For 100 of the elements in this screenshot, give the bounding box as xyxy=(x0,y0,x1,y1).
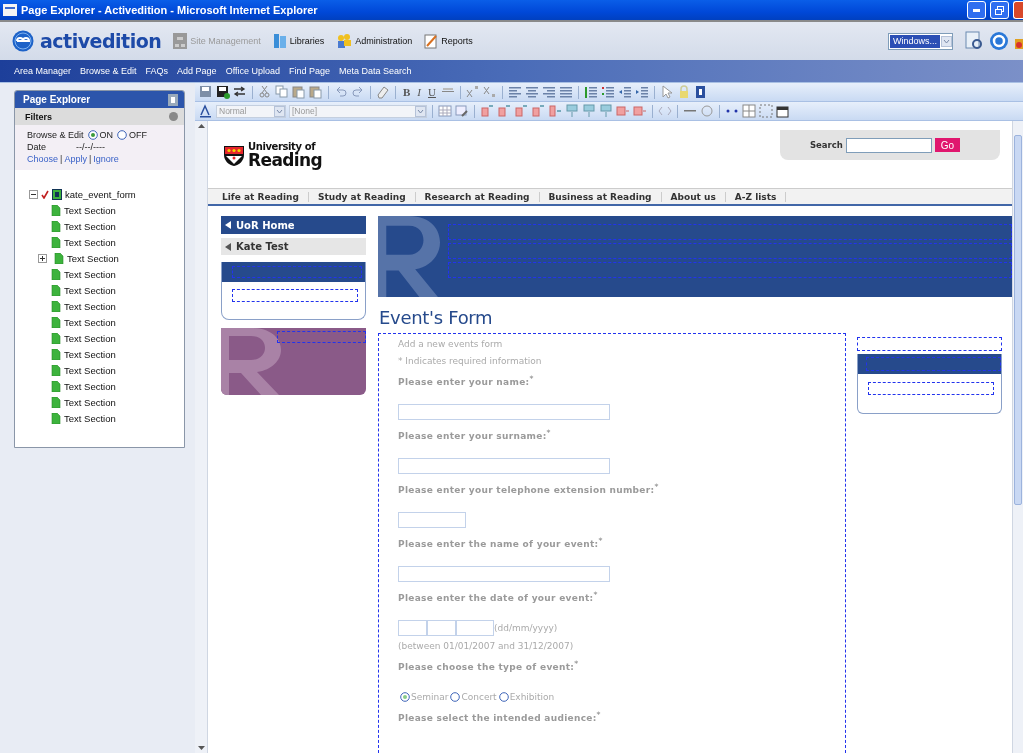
align-right-icon[interactable] xyxy=(541,85,556,99)
site-nav-link[interactable]: Research at Reading xyxy=(415,191,540,202)
tree-item[interactable]: Text Section xyxy=(64,348,116,360)
swap-icon[interactable] xyxy=(233,85,247,99)
align-center-icon[interactable] xyxy=(524,85,539,99)
radio-option[interactable]: OFF xyxy=(117,130,148,140)
side-menu-item[interactable]: Kate Test xyxy=(221,238,366,255)
merge-cells-icon[interactable] xyxy=(616,104,630,118)
align-left-icon[interactable] xyxy=(507,85,522,99)
nav-link[interactable]: Add Page xyxy=(177,66,217,76)
indent-icon[interactable] xyxy=(634,85,649,99)
outdent-icon[interactable] xyxy=(617,85,632,99)
format-button[interactable]: B xyxy=(401,86,413,98)
split-cell-icon[interactable] xyxy=(565,104,579,118)
tree-item[interactable]: Text Section xyxy=(64,316,116,328)
justify-icon[interactable] xyxy=(558,85,573,99)
tree-item[interactable]: Text Section xyxy=(64,364,116,376)
menu-item[interactable]: Libraries xyxy=(272,33,325,49)
tree-item[interactable]: Text Section xyxy=(67,252,119,264)
insert-row-icon[interactable] xyxy=(531,104,545,118)
superscript-icon[interactable] xyxy=(465,85,480,99)
font-style-icon[interactable] xyxy=(199,104,213,118)
insert-row-icon[interactable] xyxy=(480,104,494,118)
radio-button[interactable] xyxy=(87,130,98,140)
search-field[interactable] xyxy=(845,137,932,153)
text-field[interactable] xyxy=(398,566,610,582)
nav-link[interactable]: Browse & Edit xyxy=(80,66,137,76)
subscript-icon[interactable] xyxy=(482,85,497,99)
nav-link[interactable]: Meta Data Search xyxy=(339,66,412,76)
format-button[interactable]: U xyxy=(426,86,438,98)
site-nav-link[interactable]: A-Z lists xyxy=(725,191,787,202)
tree-toggle[interactable] xyxy=(29,189,38,199)
format-button[interactable]: I xyxy=(415,86,423,98)
save-new-icon[interactable] xyxy=(216,85,230,99)
numbered-list-icon[interactable] xyxy=(583,85,598,99)
editable-region[interactable] xyxy=(857,337,1002,351)
site-nav-link[interactable]: Business at Reading xyxy=(539,191,662,202)
tree-item[interactable]: Text Section xyxy=(64,268,116,280)
go-button[interactable]: Go xyxy=(934,138,961,152)
tree-item[interactable]: Text Section xyxy=(64,204,116,216)
radio-button[interactable] xyxy=(450,692,461,702)
editable-region[interactable] xyxy=(868,382,994,395)
radio-button[interactable] xyxy=(400,692,410,702)
code-icon[interactable] xyxy=(658,104,672,118)
insert-column-icon[interactable] xyxy=(548,104,562,118)
scroll-thumb[interactable] xyxy=(1014,135,1022,505)
browser-icon[interactable] xyxy=(989,31,1009,51)
scroll-down-icon[interactable] xyxy=(196,744,206,753)
restore-button[interactable] xyxy=(990,1,1009,19)
properties-icon[interactable] xyxy=(776,104,790,118)
editable-region[interactable] xyxy=(232,289,358,302)
tree-item[interactable]: Text Section xyxy=(64,236,116,248)
close-button[interactable] xyxy=(1013,1,1023,19)
copy-icon[interactable] xyxy=(275,85,289,99)
filter-link[interactable]: Choose xyxy=(27,154,59,164)
day-field[interactable] xyxy=(398,620,427,636)
window-select[interactable]: Windows... xyxy=(888,32,953,50)
cut-icon[interactable] xyxy=(258,85,272,99)
redo-icon[interactable] xyxy=(351,85,365,99)
menu-item[interactable]: Administration xyxy=(336,33,413,49)
tree-item[interactable]: Text Section xyxy=(64,220,116,232)
paste-icon[interactable] xyxy=(309,85,323,99)
tree-item[interactable]: Text Section xyxy=(64,284,116,296)
copyright-icon[interactable] xyxy=(700,104,714,118)
caret-icon[interactable] xyxy=(274,105,285,117)
nav-link[interactable]: Find Page xyxy=(289,66,331,76)
bullet-list-icon[interactable] xyxy=(600,85,615,99)
document-search-icon[interactable] xyxy=(965,31,983,51)
radio-option[interactable]: ON xyxy=(87,130,114,140)
nav-link[interactable]: FAQs xyxy=(145,66,169,76)
table-edit-icon[interactable] xyxy=(455,104,469,118)
text-field[interactable] xyxy=(398,404,610,420)
site-nav-link[interactable]: Life at Reading xyxy=(222,191,309,202)
site-nav-link[interactable]: About us xyxy=(661,191,726,202)
split-cell-icon[interactable] xyxy=(599,104,613,118)
split-cell-icon[interactable] xyxy=(582,104,596,118)
radio-button[interactable] xyxy=(117,130,128,140)
paste-icon[interactable] xyxy=(292,85,306,99)
insert-row-icon[interactable] xyxy=(497,104,511,118)
nav-link[interactable]: Area Manager xyxy=(14,66,72,76)
scrollbar[interactable] xyxy=(1012,121,1023,753)
cursor-icon[interactable] xyxy=(659,85,674,99)
merge-cells-icon[interactable] xyxy=(633,104,647,118)
insert-row-icon[interactable] xyxy=(514,104,528,118)
tree-item[interactable]: kate_event_form xyxy=(65,188,136,200)
tree-item[interactable]: Text Section xyxy=(64,332,116,344)
filter-link[interactable]: Apply xyxy=(64,154,87,164)
eraser-icon[interactable] xyxy=(376,85,390,99)
menu-item[interactable]: Reports xyxy=(424,33,473,49)
filter-link[interactable]: Ignore xyxy=(93,154,119,164)
undo-icon[interactable] xyxy=(334,85,348,99)
tree-item[interactable]: Text Section xyxy=(64,380,116,392)
radio-button[interactable] xyxy=(498,692,509,702)
tree-item[interactable]: Text Section xyxy=(64,300,116,312)
side-menu-item[interactable]: UoR Home xyxy=(221,216,366,234)
year-field[interactable] xyxy=(456,620,494,636)
tree-item[interactable]: Text Section xyxy=(64,412,116,424)
text-field[interactable] xyxy=(398,512,466,528)
minimize-button[interactable] xyxy=(967,1,986,19)
text-field[interactable] xyxy=(398,458,610,474)
